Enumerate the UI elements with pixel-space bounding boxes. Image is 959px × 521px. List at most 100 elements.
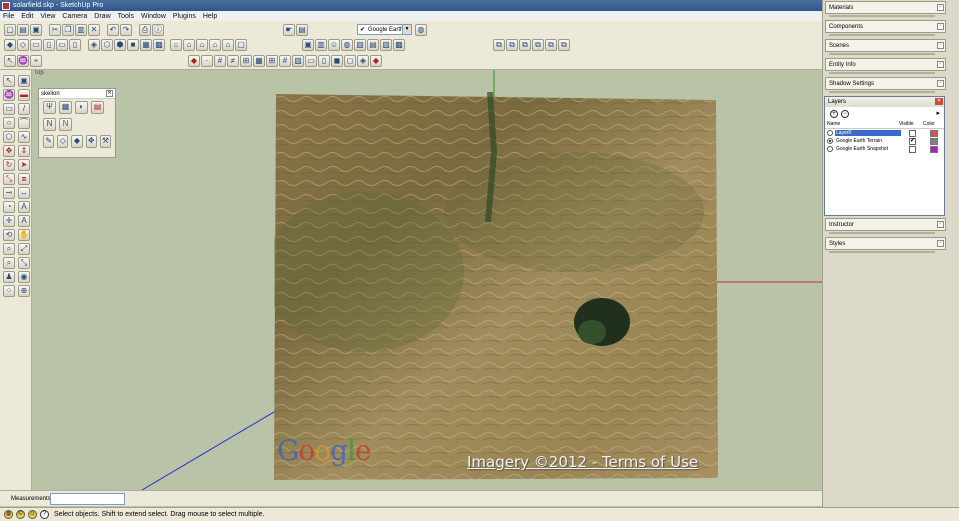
trim-icon[interactable]: ⧉ bbox=[545, 39, 557, 51]
monochrome-icon[interactable]: ▩ bbox=[153, 39, 165, 51]
layer-color-swatch[interactable] bbox=[930, 145, 938, 153]
erase-icon[interactable]: ✕ bbox=[88, 24, 100, 36]
copy-icon[interactable]: ❐ bbox=[62, 24, 74, 36]
zoom-icon[interactable]: ⌕ bbox=[3, 243, 15, 255]
geo-icon[interactable]: ▥ bbox=[315, 39, 327, 51]
col-visible[interactable]: Visible bbox=[899, 121, 923, 127]
look-icon[interactable]: ◻ bbox=[344, 55, 356, 67]
tray-close-icon[interactable]: ▫ bbox=[937, 240, 944, 247]
circle-icon[interactable]: ○ bbox=[3, 117, 15, 129]
sandbox-icon[interactable]: ◆ bbox=[188, 55, 200, 67]
layer-row[interactable]: Layer0 bbox=[825, 129, 944, 137]
model-info-icon[interactable]: ⓘ bbox=[152, 24, 164, 36]
skelion-n-green-icon[interactable]: N bbox=[59, 118, 72, 131]
hidden-line-icon[interactable]: ⬢ bbox=[114, 39, 126, 51]
orbit-icon[interactable]: ⟲ bbox=[3, 229, 15, 241]
skelion-roof-icon[interactable]: ◆ bbox=[71, 135, 83, 148]
menu-view[interactable]: View bbox=[40, 13, 55, 20]
menu-camera[interactable]: Camera bbox=[62, 13, 87, 20]
layer-visible-checkbox[interactable] bbox=[909, 145, 916, 153]
shaded-icon[interactable]: ■ bbox=[127, 39, 139, 51]
dimension-icon[interactable]: ↔ bbox=[18, 187, 30, 199]
polygon-icon[interactable]: ⬡ bbox=[3, 131, 15, 143]
section-cut-icon[interactable]: ▯ bbox=[318, 55, 330, 67]
print-icon[interactable]: ⎙ bbox=[139, 24, 151, 36]
layer-visible-checkbox[interactable] bbox=[909, 129, 916, 137]
grid-icon[interactable]: # bbox=[214, 55, 226, 67]
layer-name[interactable]: Google Earth Terrain bbox=[835, 138, 901, 144]
menu-window[interactable]: Window bbox=[141, 13, 166, 20]
hand-icon[interactable]: ☛ bbox=[283, 24, 295, 36]
3d-text-icon[interactable]: A bbox=[18, 215, 30, 227]
menu-plugins[interactable]: Plugins bbox=[173, 13, 196, 20]
terrain-imagery[interactable] bbox=[274, 92, 718, 482]
point-icon[interactable]: · bbox=[201, 55, 213, 67]
chevron-down-icon[interactable]: ▼ bbox=[402, 25, 411, 34]
col-name[interactable]: Name bbox=[827, 121, 899, 127]
layer-color-swatch[interactable] bbox=[930, 137, 938, 145]
menu-edit[interactable]: Edit bbox=[21, 13, 33, 20]
menu-help[interactable]: Help bbox=[203, 13, 217, 20]
position-camera-icon[interactable]: ◈ bbox=[357, 55, 369, 67]
share-model-icon[interactable]: ⌂ bbox=[183, 39, 195, 51]
rectangle-icon[interactable]: ▭ bbox=[3, 103, 15, 115]
skelion-wrench-icon[interactable]: ⚒ bbox=[99, 135, 112, 148]
tray-close-icon[interactable]: ▫ bbox=[937, 61, 944, 68]
xray-icon[interactable]: ◈ bbox=[88, 39, 100, 51]
subtract-icon[interactable]: ⧉ bbox=[532, 39, 544, 51]
select-icon[interactable]: ↖ bbox=[4, 55, 16, 67]
warehouse-icon[interactable]: ⌂ bbox=[170, 39, 182, 51]
earth-icon[interactable]: ◍ bbox=[341, 39, 353, 51]
skelion-pencil-icon[interactable]: ✎ bbox=[43, 135, 55, 148]
rotate-icon[interactable]: ↻ bbox=[3, 159, 15, 171]
add-detail-icon[interactable]: ⊞ bbox=[266, 55, 278, 67]
layer-active-radio[interactable] bbox=[827, 130, 833, 136]
front-view-icon[interactable]: ▭ bbox=[30, 39, 42, 51]
make-component-icon[interactable]: ▣ bbox=[18, 75, 30, 87]
move-icon[interactable]: ✥ bbox=[3, 145, 15, 157]
tray-materials[interactable]: Materials ▫ bbox=[825, 1, 946, 17]
cut-icon[interactable]: ✂ bbox=[49, 24, 61, 36]
smoove-icon[interactable]: ≠ bbox=[227, 55, 239, 67]
layer-row[interactable]: Google Earth Snapshot bbox=[825, 145, 944, 153]
tray-close-icon[interactable]: ▫ bbox=[937, 4, 944, 11]
eraser-icon[interactable]: ▬ bbox=[18, 89, 30, 101]
position-camera-tool-icon[interactable]: ♟ bbox=[3, 271, 15, 283]
tray-instructor[interactable]: Instructor ▫ bbox=[825, 218, 946, 234]
section-plane-icon[interactable]: ⊕ bbox=[18, 285, 30, 297]
previous-view-icon[interactable]: ⤡ bbox=[18, 257, 30, 269]
tray-styles[interactable]: Styles ▫ bbox=[825, 237, 946, 253]
pan-icon[interactable]: ✋ bbox=[18, 229, 30, 241]
layer-name[interactable]: Google Earth Snapshot bbox=[835, 146, 901, 152]
follow-me-icon[interactable]: ➤ bbox=[18, 159, 30, 171]
get-image-icon[interactable]: ▧ bbox=[380, 39, 392, 51]
layers-close-icon[interactable]: ✕ bbox=[935, 98, 943, 105]
paint-icon[interactable]: ♒ bbox=[17, 55, 29, 67]
walk-icon[interactable]: ◼ bbox=[331, 55, 343, 67]
undo-icon[interactable]: ↶ bbox=[107, 24, 119, 36]
group-icon[interactable]: ▢ bbox=[235, 39, 247, 51]
split-icon[interactable]: ⧉ bbox=[558, 39, 570, 51]
preview-icon[interactable]: ▩ bbox=[393, 39, 405, 51]
tray-close-icon[interactable]: ▫ bbox=[937, 42, 944, 49]
geo-location-icon[interactable]: ◍ bbox=[4, 510, 13, 519]
layer-active-radio[interactable] bbox=[827, 146, 833, 152]
look-around-icon[interactable]: ◉ bbox=[18, 271, 30, 283]
axes-icon[interactable]: ✛ bbox=[3, 215, 15, 227]
zoom-extents-icon[interactable]: ⌕ bbox=[3, 257, 15, 269]
location-icon[interactable]: ⌖ bbox=[30, 55, 42, 67]
tray-scenes[interactable]: Scenes ▫ bbox=[825, 39, 946, 55]
redo-icon[interactable]: ↷ bbox=[120, 24, 132, 36]
measurements-input[interactable] bbox=[50, 493, 125, 505]
skelion-psi-icon[interactable]: Ψ bbox=[43, 101, 56, 114]
components-icon[interactable]: ⌂ bbox=[196, 39, 208, 51]
photo-icon[interactable]: ▣ bbox=[302, 39, 314, 51]
select-tool-icon[interactable]: ↖ bbox=[3, 75, 15, 87]
right-view-icon[interactable]: ▯ bbox=[43, 39, 55, 51]
google-earth-select[interactable]: ✔ Google Earth ▼ bbox=[357, 24, 412, 35]
line-icon[interactable]: / bbox=[18, 103, 30, 115]
house-icon[interactable]: ⌂ bbox=[222, 39, 234, 51]
layer-color-swatch[interactable] bbox=[930, 129, 938, 137]
map-icon[interactable]: ▤ bbox=[296, 24, 308, 36]
outer-shell-icon[interactable]: ⧉ bbox=[493, 39, 505, 51]
